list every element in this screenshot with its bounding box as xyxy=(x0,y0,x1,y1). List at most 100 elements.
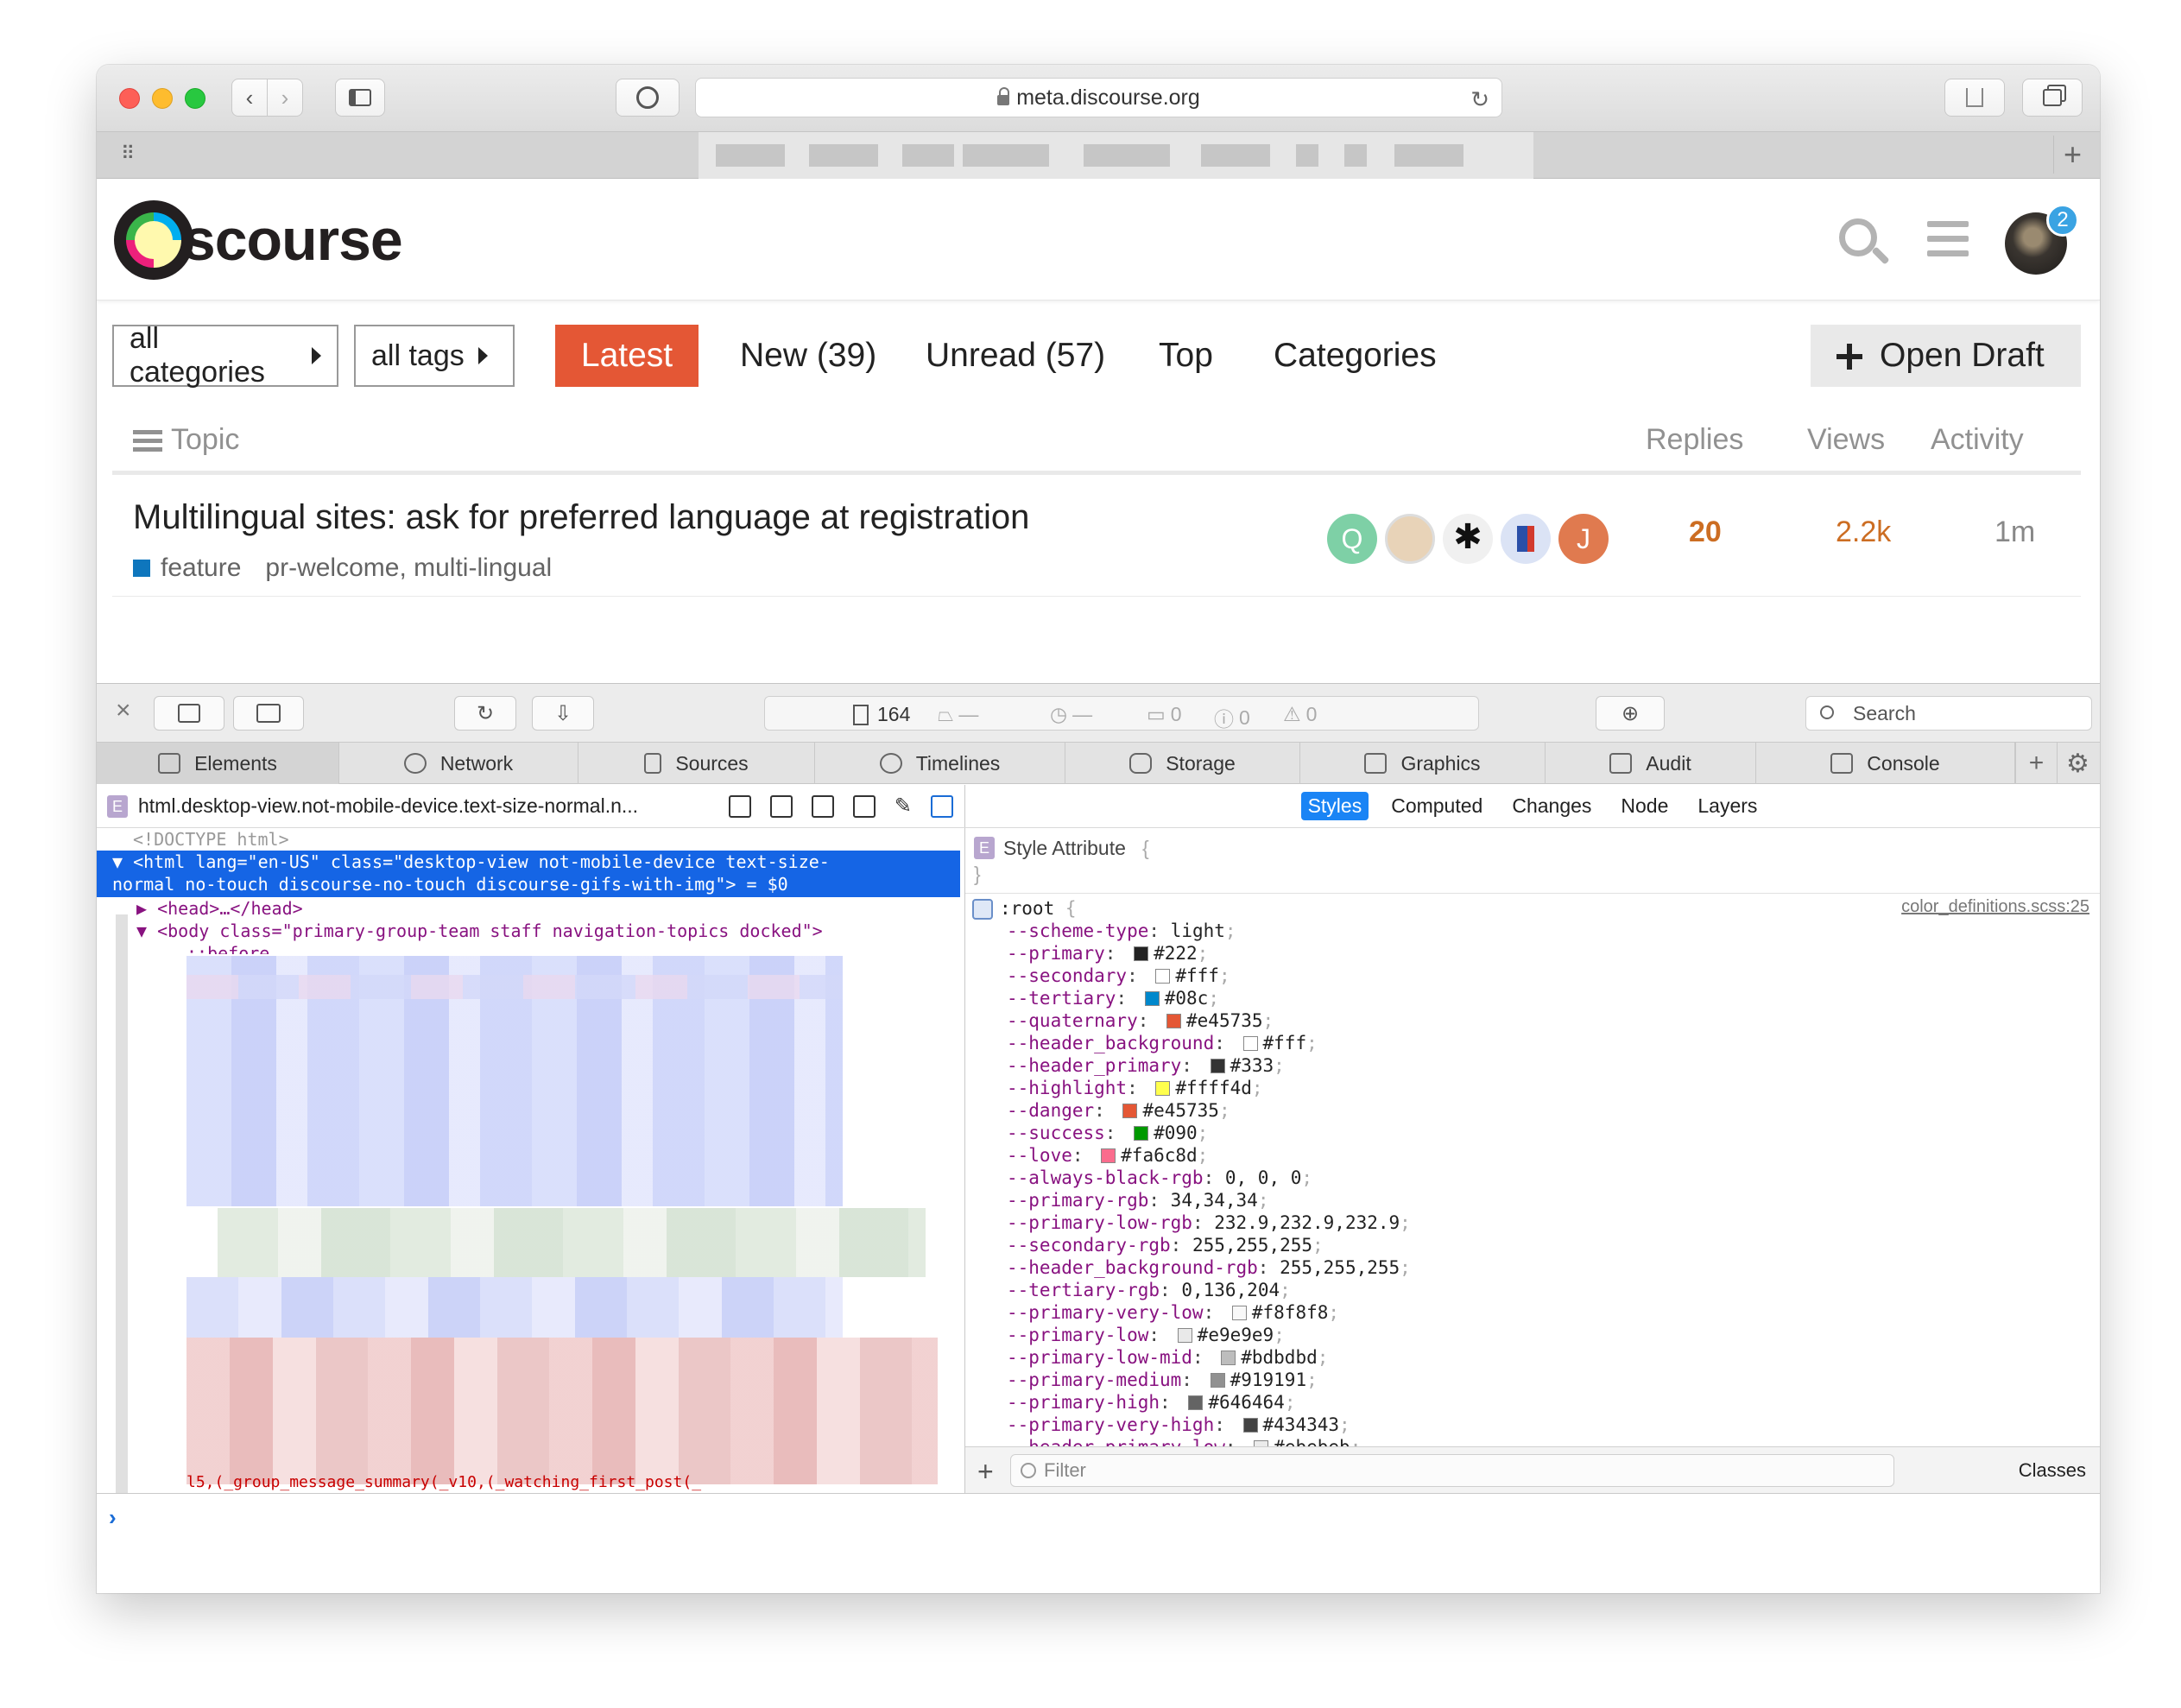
nav-latest[interactable]: Latest xyxy=(555,325,699,387)
color-swatch[interactable] xyxy=(1166,1014,1182,1028)
css-variable-row[interactable]: --love: #fa6c8d; xyxy=(1007,1144,1208,1167)
category-dropdown[interactable]: all categories xyxy=(112,322,338,389)
forward-button[interactable]: › xyxy=(267,79,303,117)
topic-replies[interactable]: 20 xyxy=(1689,516,1722,549)
address-bar[interactable]: meta.discourse.org ↻ xyxy=(695,78,1502,117)
nav-unread[interactable]: Unread (57) xyxy=(910,325,1121,387)
grid-icon[interactable]: ⠿ xyxy=(121,142,147,168)
color-swatch[interactable] xyxy=(1134,1126,1149,1141)
minimize-window-button[interactable] xyxy=(152,88,173,109)
paint-brush-icon[interactable]: ✎ xyxy=(895,794,912,819)
topic-title[interactable]: Multilingual sites: ask for preferred la… xyxy=(133,498,1029,537)
tab-elements[interactable]: Elements xyxy=(97,743,339,784)
close-inspector-icon[interactable]: × xyxy=(116,696,131,725)
color-swatch[interactable] xyxy=(1188,1395,1204,1410)
nav-top[interactable]: Top xyxy=(1143,325,1229,387)
color-swatch[interactable] xyxy=(1242,1036,1258,1051)
tab-audit[interactable]: Audit xyxy=(1546,743,1756,784)
css-variable-row[interactable]: --header_background-rgb: 255,255,255; xyxy=(1007,1256,1411,1279)
sidebar-toggle-icon[interactable] xyxy=(931,794,953,818)
dom-doctype[interactable]: <!DOCTYPE html> xyxy=(133,828,289,851)
tab-storage[interactable]: Storage xyxy=(1065,743,1300,784)
styles-filter-input[interactable]: Filter xyxy=(1010,1454,1894,1487)
css-variable-row[interactable]: --primary-high: #646464; xyxy=(1007,1391,1295,1414)
poster-avatar[interactable]: J xyxy=(1558,514,1609,564)
dom-head-node[interactable]: ▶ <head>…</head> xyxy=(136,897,303,920)
tab-layers[interactable]: Layers xyxy=(1691,792,1764,820)
css-variable-row[interactable]: --primary: #222; xyxy=(1007,942,1208,965)
css-variable-row[interactable]: --danger: #e45735; xyxy=(1007,1099,1230,1122)
dom-before-pseudo[interactable]: ::before xyxy=(186,942,269,954)
css-variable-row[interactable]: --primary-low-mid: #bdbdbd; xyxy=(1007,1346,1328,1369)
active-tab[interactable] xyxy=(699,132,1533,179)
breadcrumb-text[interactable]: html.desktop-view.not-mobile-device.text… xyxy=(138,794,638,818)
column-replies[interactable]: Replies xyxy=(1646,423,1743,457)
color-swatch[interactable] xyxy=(1155,969,1171,984)
privacy-report-button[interactable] xyxy=(616,79,680,117)
color-swatch[interactable] xyxy=(1231,1306,1247,1320)
poster-avatar[interactable] xyxy=(1385,514,1435,564)
sidebar-toggle-button[interactable] xyxy=(335,79,385,117)
detach-button[interactable] xyxy=(154,696,224,731)
style-attribute-label[interactable]: Style Attribute xyxy=(1003,837,1126,860)
tabs-overview-button[interactable] xyxy=(2022,79,2083,117)
css-variable-row[interactable]: --header_primary: #333; xyxy=(1007,1054,1285,1077)
color-swatch[interactable] xyxy=(1155,1081,1171,1096)
screenshot-icon[interactable] xyxy=(811,794,834,818)
download-archive-button[interactable]: ⇩ xyxy=(532,696,594,731)
tab-node[interactable]: Node xyxy=(1614,792,1675,820)
topic-tags[interactable]: pr-welcome, multi-lingual xyxy=(265,554,552,583)
color-swatch[interactable] xyxy=(1177,1328,1192,1343)
css-variable-row[interactable]: --secondary-rgb: 255,255,255; xyxy=(1007,1234,1324,1256)
back-button[interactable]: ‹ xyxy=(231,79,268,117)
css-variable-row[interactable]: --primary-very-high: #434343; xyxy=(1007,1414,1350,1436)
color-swatch[interactable] xyxy=(1210,1059,1225,1073)
color-swatch[interactable] xyxy=(1144,991,1160,1006)
css-variable-row[interactable]: --success: #090; xyxy=(1007,1122,1208,1144)
console-prompt-area[interactable]: › xyxy=(97,1493,2100,1593)
css-variable-row[interactable]: --always-black-rgb: 0, 0, 0; xyxy=(1007,1167,1312,1189)
element-picker-button[interactable]: ⊕ xyxy=(1596,696,1665,731)
settings-gear-icon[interactable]: ⚙ xyxy=(2057,743,2098,784)
css-variable-row[interactable]: --highlight: #ffff4d; xyxy=(1007,1077,1263,1099)
css-variable-row[interactable]: --primary-rgb: 34,34,34; xyxy=(1007,1189,1268,1211)
css-variable-row[interactable]: --tertiary-rgb: 0,136,204; xyxy=(1007,1279,1291,1301)
add-rule-button[interactable]: + xyxy=(977,1456,994,1488)
css-variable-row[interactable]: --primary-low: #e9e9e9; xyxy=(1007,1324,1285,1346)
tab-console[interactable]: Console xyxy=(1756,743,2015,784)
poster-avatar[interactable] xyxy=(1501,514,1551,564)
nav-categories[interactable]: Categories xyxy=(1258,325,1452,387)
zoom-window-button[interactable] xyxy=(185,88,205,109)
open-draft-button[interactable]: Open Draft xyxy=(1811,325,2081,387)
tab-computed[interactable]: Computed xyxy=(1384,792,1489,820)
add-tab-button[interactable]: + xyxy=(2015,743,2057,784)
column-views[interactable]: Views xyxy=(1807,423,1885,457)
color-swatch[interactable] xyxy=(1122,1104,1138,1118)
search-icon[interactable] xyxy=(1839,218,1877,256)
column-activity[interactable]: Activity xyxy=(1931,423,2024,457)
grid-layout-icon[interactable] xyxy=(852,794,876,818)
css-variable-row[interactable]: --quaternary: #e45735; xyxy=(1007,1009,1274,1032)
column-topic[interactable]: Topic xyxy=(133,423,239,457)
classes-toggle[interactable]: Classes xyxy=(2019,1459,2086,1482)
color-swatch[interactable] xyxy=(1101,1148,1116,1163)
css-variable-row[interactable]: --secondary: #fff; xyxy=(1007,965,1230,987)
color-swatch[interactable] xyxy=(1254,1440,1269,1446)
css-variable-row[interactable]: --header_primary-low: #ebebeb; xyxy=(1007,1436,1361,1446)
tab-styles[interactable]: Styles xyxy=(1300,792,1369,820)
notification-badge[interactable]: 2 xyxy=(2046,204,2079,237)
site-logo[interactable]: iscourse xyxy=(114,197,403,283)
reload-icon[interactable]: ↻ xyxy=(1470,86,1489,113)
poster-avatar[interactable]: ✱ xyxy=(1443,514,1493,564)
css-variable-row[interactable]: --primary-medium: #919191; xyxy=(1007,1369,1318,1391)
tab-graphics[interactable]: Graphics xyxy=(1300,743,1546,784)
source-link[interactable]: color_definitions.scss:25 xyxy=(1901,897,2089,917)
dock-side-button[interactable] xyxy=(233,696,304,731)
css-variable-row[interactable]: --primary-low-rgb: 232.9,232.9,232.9; xyxy=(1007,1211,1411,1234)
color-swatch[interactable] xyxy=(1242,1418,1258,1433)
dom-body-node[interactable]: ▼ <body class="primary-group-team staff … xyxy=(136,920,823,942)
css-variable-row[interactable]: --primary-very-low: #f8f8f8; xyxy=(1007,1301,1339,1324)
color-swatch[interactable] xyxy=(1210,1373,1225,1388)
print-icon[interactable] xyxy=(769,794,793,818)
ruler-icon[interactable] xyxy=(728,794,751,818)
